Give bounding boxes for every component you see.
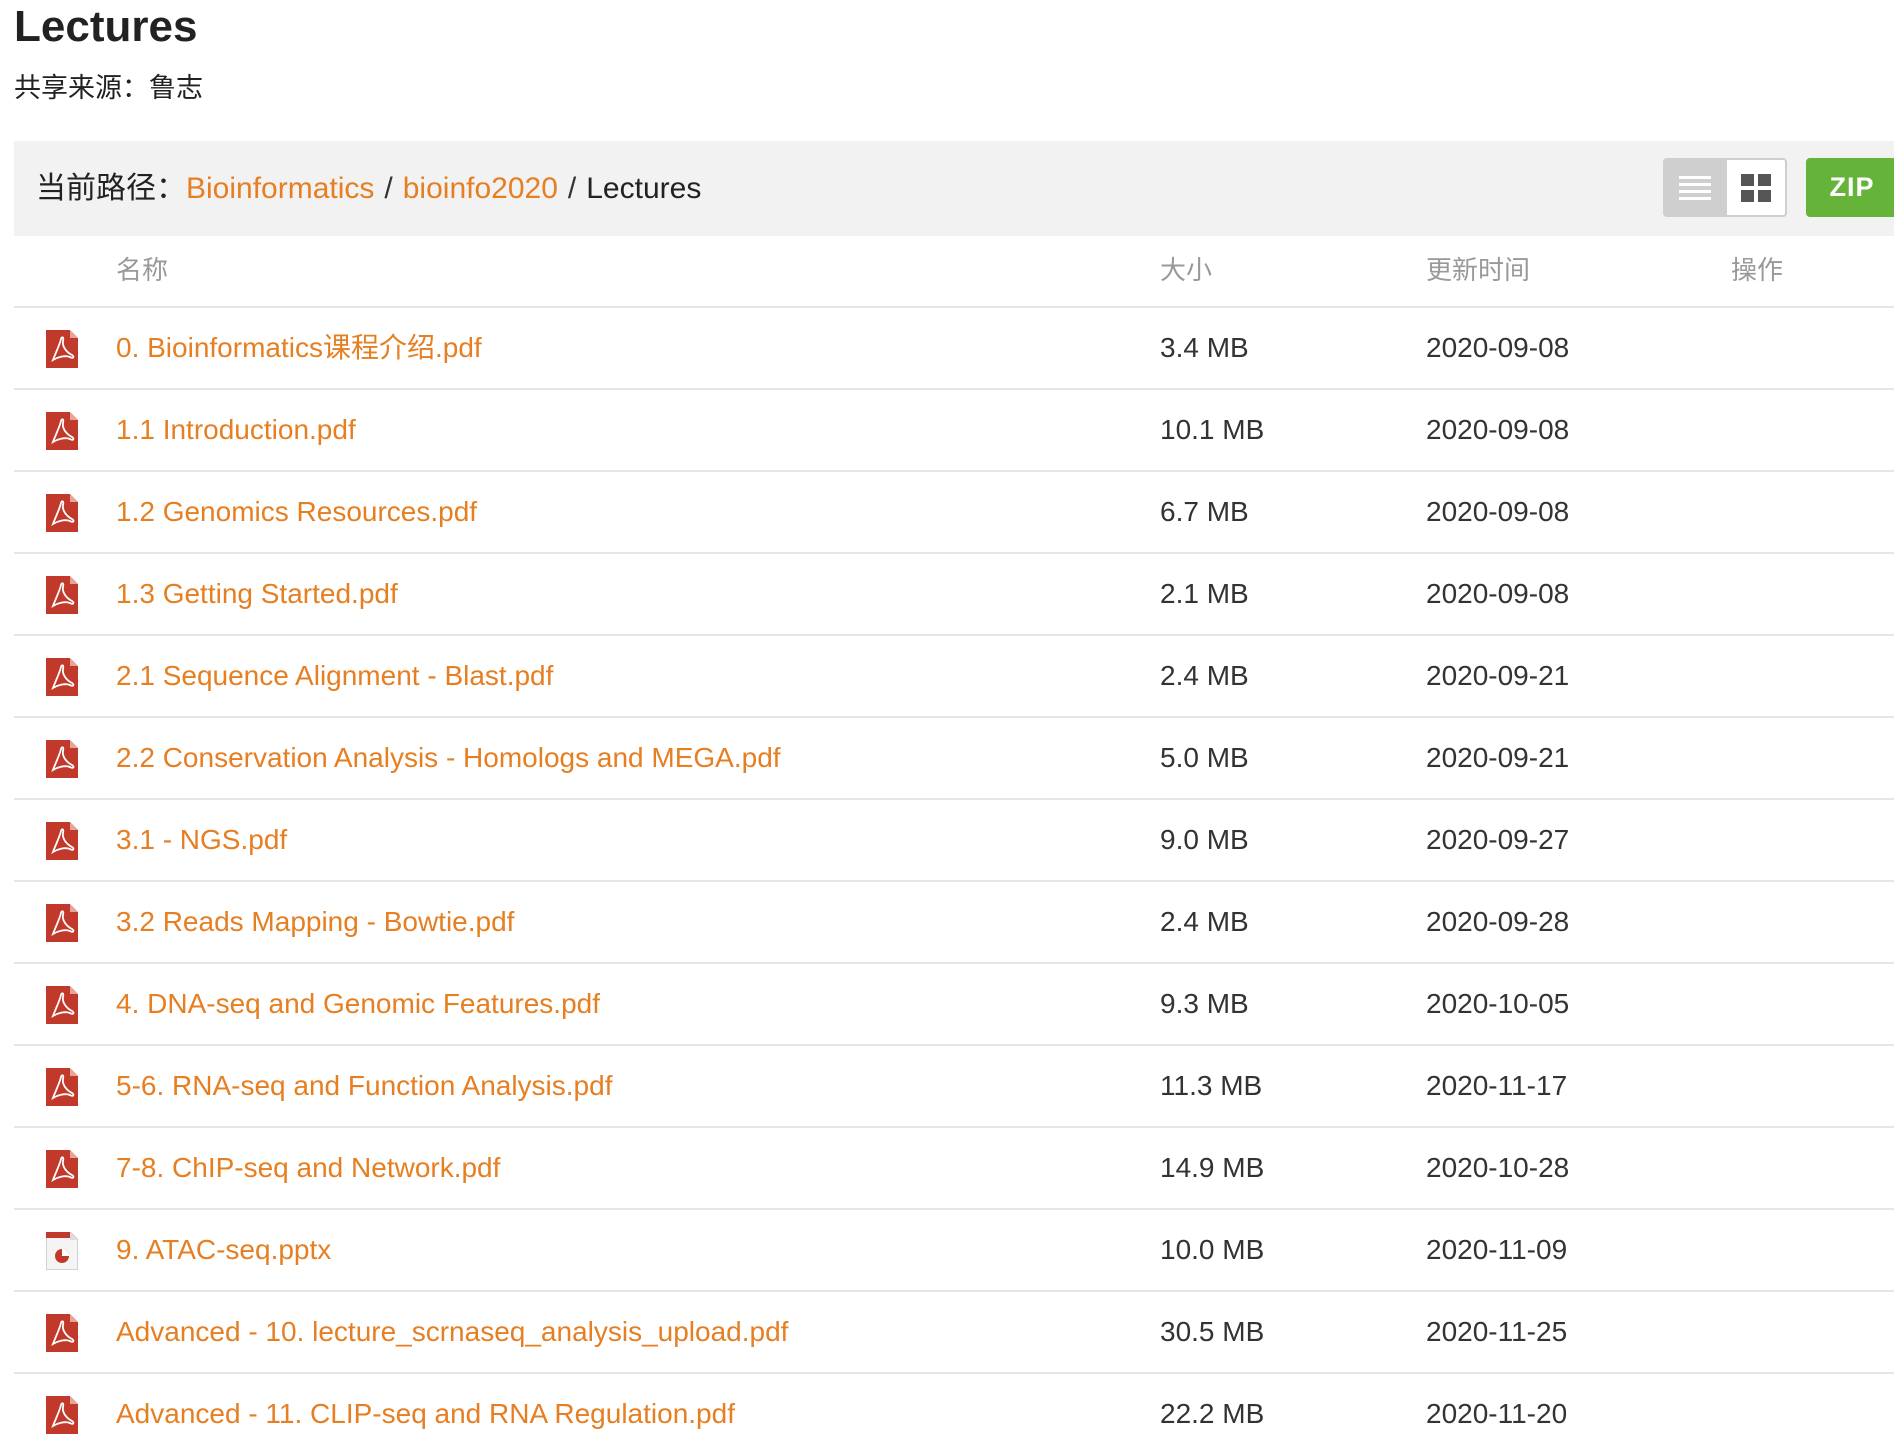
table-body: 0. Bioinformatics课程介绍.pdf 3.4 MB 2020-09-0… bbox=[14, 308, 1894, 1454]
pdf-file-icon bbox=[46, 494, 78, 532]
file-updated-date: 2020-10-05 bbox=[1426, 988, 1570, 1019]
path-toolbar: 当前路径：Bioinformatics / bioinfo2020 / Lectures bbox=[14, 141, 1894, 236]
file-share-page: Lectures 共享来源：鲁志 当前路径：Bioinformatics / bio… bbox=[0, 0, 1894, 1454]
file-size: 30.5 MB bbox=[1160, 1316, 1265, 1347]
pdf-file-icon bbox=[46, 986, 78, 1024]
pdf-file-icon bbox=[46, 1396, 78, 1434]
table-row[interactable]: 2.1 Sequence Alignment - Blast.pdf 2.4 MB… bbox=[14, 636, 1894, 718]
breadcrumb-link-bioinformatics[interactable]: Bioinformatics bbox=[186, 172, 374, 205]
table-row[interactable]: 3.1 - NGS.pdf 9.0 MB 2020-09-27 bbox=[14, 800, 1894, 882]
view-toggle bbox=[1663, 158, 1787, 217]
file-name-link[interactable]: 2.1 Sequence Alignment - Blast.pdf bbox=[116, 636, 553, 716]
file-size: 9.3 MB bbox=[1160, 988, 1249, 1019]
file-size: 2.4 MB bbox=[1160, 660, 1249, 691]
file-name-link[interactable]: Advanced - 11. CLIP-seq and RNA Regulati… bbox=[116, 1374, 735, 1454]
file-name-link[interactable]: 5-6. RNA-seq and Function Analysis.pdf bbox=[116, 1046, 612, 1126]
pdf-file-icon bbox=[46, 904, 78, 942]
table-row[interactable]: 4. DNA-seq and Genomic Features.pdf 9.3 M… bbox=[14, 964, 1894, 1046]
file-updated-date: 2020-11-17 bbox=[1426, 1070, 1568, 1101]
file-updated-date: 2020-09-08 bbox=[1426, 332, 1570, 363]
pdf-file-icon bbox=[46, 740, 78, 778]
column-header-date[interactable]: 更新时间 bbox=[1426, 236, 1530, 306]
file-size: 5.0 MB bbox=[1160, 742, 1249, 773]
table-row[interactable]: Advanced - 10. lecture_scrnaseq_analysis… bbox=[14, 1292, 1894, 1374]
table-row[interactable]: 3.2 Reads Mapping - Bowtie.pdf 2.4 MB 2020… bbox=[14, 882, 1894, 964]
table-row[interactable]: 1.1 Introduction.pdf 10.1 MB 2020-09-08 bbox=[14, 390, 1894, 472]
pdf-file-icon bbox=[46, 330, 78, 368]
table-row[interactable]: Advanced - 11. CLIP-seq and RNA Regulati… bbox=[14, 1374, 1894, 1454]
page-title: Lectures bbox=[14, 2, 198, 51]
breadcrumb-separator: / bbox=[567, 172, 577, 205]
file-name-link[interactable]: 4. DNA-seq and Genomic Features.pdf bbox=[116, 964, 600, 1044]
table-row[interactable]: 5-6. RNA-seq and Function Analysis.pdf 11… bbox=[14, 1046, 1894, 1128]
file-updated-date: 2020-09-28 bbox=[1426, 906, 1570, 937]
file-size: 2.1 MB bbox=[1160, 578, 1249, 609]
share-source: 共享来源：鲁志 bbox=[14, 73, 203, 104]
file-name-link[interactable]: 1.2 Genomics Resources.pdf bbox=[116, 472, 477, 552]
list-view-icon bbox=[1679, 175, 1711, 200]
pdf-file-icon bbox=[46, 1314, 78, 1352]
file-updated-date: 2020-09-27 bbox=[1426, 824, 1570, 855]
table-row[interactable]: 1.3 Getting Started.pdf 2.1 MB 2020-09-08 bbox=[14, 554, 1894, 636]
column-header-ops: 操作 bbox=[1731, 256, 1784, 286]
table-header: 名称 大小 更新时间 操作 bbox=[14, 236, 1894, 308]
column-header-size[interactable]: 大小 bbox=[1160, 236, 1212, 306]
file-name-link[interactable]: 3.2 Reads Mapping - Bowtie.pdf bbox=[116, 882, 514, 962]
file-updated-date: 2020-09-08 bbox=[1426, 414, 1570, 445]
table-row[interactable]: 7-8. ChIP-seq and Network.pdf 14.9 MB 2020… bbox=[14, 1128, 1894, 1210]
breadcrumb-current: Lectures bbox=[586, 172, 702, 205]
file-name-link[interactable]: 9. ATAC-seq.pptx bbox=[116, 1210, 331, 1290]
file-size: 3.4 MB bbox=[1160, 332, 1249, 363]
file-name-link[interactable]: 3.1 - NGS.pdf bbox=[116, 800, 287, 880]
file-updated-date: 2020-09-08 bbox=[1426, 496, 1570, 527]
file-name-link[interactable]: 1.3 Getting Started.pdf bbox=[116, 554, 398, 634]
file-table: 名称 大小 更新时间 操作 0. Bioinformatics课程介绍.pdf 3… bbox=[14, 236, 1894, 1454]
file-size: 11.3 MB bbox=[1160, 1070, 1263, 1101]
file-size: 22.2 MB bbox=[1160, 1398, 1265, 1429]
pptx-file-icon bbox=[45, 1231, 79, 1271]
file-name-link[interactable]: 0. Bioinformatics课程介绍.pdf bbox=[116, 308, 482, 388]
file-size: 2.4 MB bbox=[1160, 906, 1249, 937]
pdf-file-icon bbox=[46, 658, 78, 696]
column-header-name[interactable]: 名称 bbox=[116, 236, 168, 306]
file-updated-date: 2020-11-20 bbox=[1426, 1398, 1568, 1429]
pdf-file-icon bbox=[46, 412, 78, 450]
file-size: 6.7 MB bbox=[1160, 496, 1249, 527]
pdf-file-icon bbox=[46, 1150, 78, 1188]
file-size: 10.0 MB bbox=[1160, 1234, 1265, 1265]
grid-view-button[interactable] bbox=[1725, 160, 1785, 215]
file-updated-date: 2020-09-21 bbox=[1426, 742, 1570, 773]
list-view-button[interactable] bbox=[1665, 160, 1725, 215]
breadcrumb: 当前路径：Bioinformatics / bioinfo2020 / Lectures bbox=[36, 141, 701, 236]
file-name-link[interactable]: 2.2 Conservation Analysis - Homologs and… bbox=[116, 718, 781, 798]
table-row[interactable]: 9. ATAC-seq.pptx 10.0 MB 2020-11-09 bbox=[14, 1210, 1894, 1292]
pdf-file-icon bbox=[46, 1068, 78, 1106]
table-row[interactable]: 0. Bioinformatics课程介绍.pdf 3.4 MB 2020-09-0… bbox=[14, 308, 1894, 390]
pdf-file-icon bbox=[46, 576, 78, 614]
breadcrumb-separator: / bbox=[384, 172, 393, 205]
file-updated-date: 2020-10-28 bbox=[1426, 1152, 1570, 1183]
file-size: 14.9 MB bbox=[1160, 1152, 1265, 1183]
table-row[interactable]: 1.2 Genomics Resources.pdf 6.7 MB 2020-09-… bbox=[14, 472, 1894, 554]
file-size: 10.1 MB bbox=[1160, 414, 1265, 445]
file-name-link[interactable]: Advanced - 10. lecture_scrnaseq_analysis… bbox=[116, 1292, 788, 1372]
file-updated-date: 2020-11-25 bbox=[1426, 1316, 1568, 1347]
file-updated-date: 2020-09-08 bbox=[1426, 578, 1570, 609]
file-size: 9.0 MB bbox=[1160, 824, 1249, 855]
file-updated-date: 2020-11-09 bbox=[1426, 1234, 1568, 1265]
file-updated-date: 2020-09-21 bbox=[1426, 660, 1570, 691]
path-label: 当前路径： bbox=[36, 171, 186, 206]
file-name-link[interactable]: 7-8. ChIP-seq and Network.pdf bbox=[116, 1128, 500, 1208]
table-row[interactable]: 2.2 Conservation Analysis - Homologs and… bbox=[14, 718, 1894, 800]
zip-download-button[interactable]: ZIP bbox=[1806, 158, 1894, 217]
breadcrumb-link-bioinfo2020[interactable]: bioinfo2020 bbox=[403, 172, 558, 205]
grid-view-icon bbox=[1741, 173, 1771, 202]
file-name-link[interactable]: 1.1 Introduction.pdf bbox=[116, 390, 356, 470]
pdf-file-icon bbox=[46, 822, 78, 860]
